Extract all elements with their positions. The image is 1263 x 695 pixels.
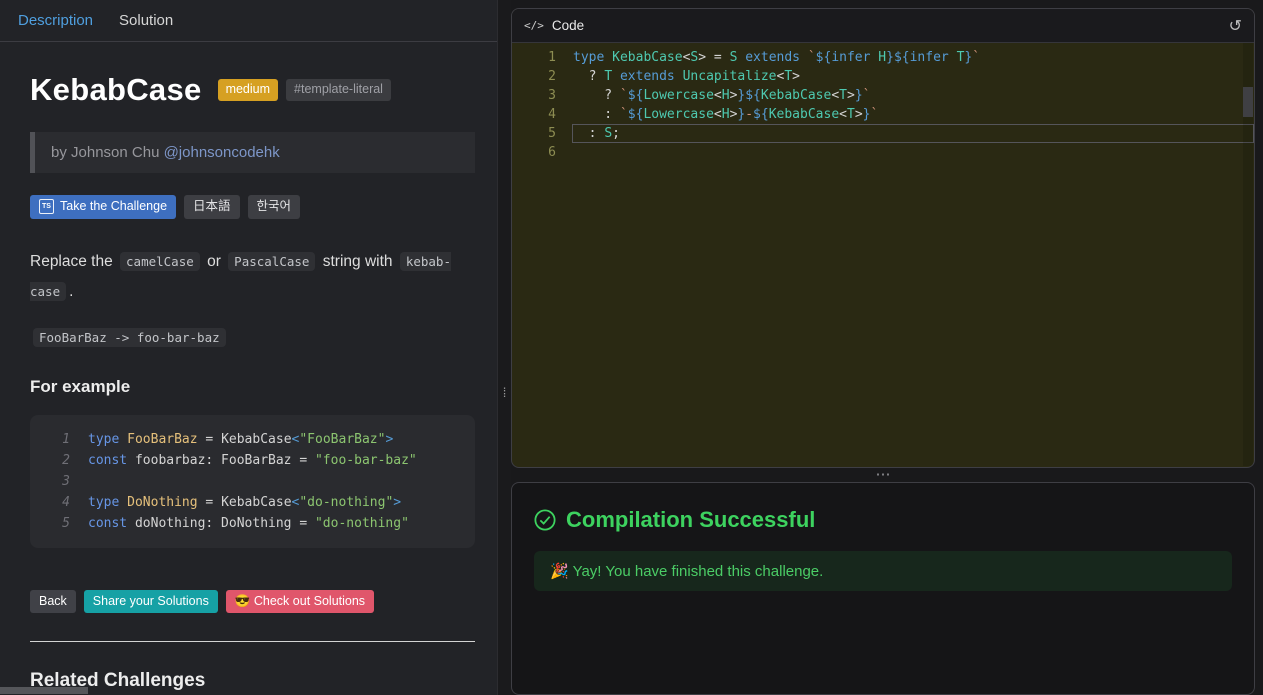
description-panel: Description Solution KebabCase medium #t…	[0, 0, 498, 695]
text-run: string with	[318, 252, 397, 270]
tabbar: Description Solution	[0, 0, 497, 42]
line-number: 4	[62, 494, 70, 510]
take-challenge-label: Take the Challenge	[60, 199, 168, 213]
footer-action-row: Back Share your Solutions 😎 Check out So…	[30, 589, 475, 614]
description-content: KebabCase medium #template-literal by Jo…	[0, 42, 497, 695]
code-panel-header: </> Code ↺	[512, 9, 1254, 43]
example-code-block: 1 type FooBarBaz = KebabCase<"FooBarBaz">…	[30, 414, 475, 548]
line-number: 5	[548, 126, 556, 141]
back-button[interactable]: Back	[30, 589, 76, 614]
inline-code: camelCase	[120, 251, 200, 271]
text-run: .	[69, 282, 74, 300]
code-line[interactable]: 1 type KebabCase<S> = S extends `${infer …	[512, 48, 1254, 67]
line-number: 4	[548, 107, 556, 122]
title-row: KebabCase medium #template-literal	[30, 72, 475, 108]
take-challenge-button[interactable]: TS Take the Challenge	[30, 195, 177, 219]
inline-code: FooBarBaz -> foo-bar-baz	[33, 327, 226, 347]
panel-splitter-vertical[interactable]: ⁞	[498, 0, 511, 695]
code-line: 1 type FooBarBaz = KebabCase<"FooBarBaz">	[30, 429, 459, 450]
output-panel: Compilation Successful 🎉 Yay! You have f…	[511, 482, 1255, 695]
transform-example: FooBarBaz -> foo-bar-baz	[30, 327, 475, 347]
line-number: 1	[62, 431, 70, 447]
code-editor[interactable]: 1 type KebabCase<S> = S extends `${infer …	[512, 43, 1254, 467]
check-circle-icon	[534, 509, 556, 531]
code-line: 5 const doNothing: DoNothing = "do-nothin…	[30, 513, 459, 534]
code-text: : `${Lowercase<H>}-${KebabCase<T>}`	[573, 107, 879, 122]
author-handle-link[interactable]: @johnsoncodehk	[164, 144, 280, 161]
tab-description[interactable]: Description	[18, 12, 93, 29]
line-number: 6	[548, 145, 556, 160]
line-number: 5	[62, 515, 70, 531]
code-text: type DoNothing = KebabCase<"do-nothing">	[88, 494, 402, 510]
difficulty-badge[interactable]: medium	[217, 79, 279, 101]
scrollbar-thumb[interactable]	[1243, 87, 1253, 117]
horizontal-scrollbar[interactable]	[0, 687, 497, 695]
share-solutions-button[interactable]: Share your Solutions	[83, 589, 218, 614]
tab-solution[interactable]: Solution	[119, 12, 173, 29]
lang-japanese-button[interactable]: 日本語	[184, 195, 240, 219]
compilation-status-heading: Compilation Successful	[534, 507, 1232, 533]
text-run: or	[202, 252, 226, 270]
code-line: 2 const foobarbaz: FooBarBaz = "foo-bar-b…	[30, 450, 459, 471]
lang-korean-button[interactable]: 한국어	[247, 195, 301, 219]
code-text: type KebabCase<S> = S extends `${infer H…	[573, 50, 981, 65]
code-text: ? `${Lowercase<H>}${KebabCase<T>}`	[573, 88, 871, 103]
example-heading: For example	[30, 376, 131, 396]
intro-paragraph: Replace the camelCase or PascalCase stri…	[30, 247, 475, 307]
splitter-handle-icon: ⁞	[502, 385, 507, 400]
code-line: 4 type DoNothing = KebabCase<"do-nothing"…	[30, 492, 459, 513]
checkout-solutions-button[interactable]: 😎 Check out Solutions	[225, 589, 375, 614]
author-quote: by Johnson Chu @johnsoncodehk	[30, 132, 475, 173]
text-run: Replace the	[30, 252, 118, 270]
editor-column: </> Code ↺ 1 type KebabCase<S> = S extend…	[511, 0, 1263, 695]
topic-tag-badge[interactable]: #template-literal	[286, 79, 391, 101]
code-line: 3	[30, 471, 459, 492]
panel-splitter-horizontal[interactable]: ⋯	[511, 467, 1255, 482]
line-number: 2	[548, 69, 556, 84]
line-number: 2	[62, 452, 70, 468]
code-icon: </>	[524, 19, 544, 32]
code-text: ? T extends Uncapitalize<T>	[573, 69, 800, 84]
output-title: Compilation Successful	[566, 507, 816, 532]
code-text: const doNothing: DoNothing = "do-nothing…	[88, 515, 409, 531]
scrollbar-thumb[interactable]	[0, 687, 88, 694]
section-divider	[30, 641, 475, 643]
code-panel-title: Code	[551, 18, 585, 33]
code-panel: </> Code ↺ 1 type KebabCase<S> = S extend…	[511, 8, 1255, 468]
inline-code: PascalCase	[228, 251, 316, 271]
code-text: type FooBarBaz = KebabCase<"FooBarBaz">	[88, 431, 394, 447]
line-number: 3	[62, 473, 70, 489]
code-line[interactable]: 4 : `${Lowercase<H>}-${KebabCase<T>}`	[512, 105, 1254, 124]
code-text: : S;	[572, 124, 1254, 143]
success-message: 🎉 Yay! You have finished this challenge.	[534, 551, 1232, 591]
code-line[interactable]: 5 : S;	[512, 124, 1254, 143]
code-text: const foobarbaz: FooBarBaz = "foo-bar-ba…	[88, 452, 417, 468]
line-number: 1	[548, 50, 556, 65]
line-number: 3	[548, 88, 556, 103]
typescript-logo-icon: TS	[39, 199, 54, 215]
editor-scrollbar[interactable]	[1243, 43, 1253, 466]
reset-code-icon[interactable]: ↺	[1229, 16, 1242, 36]
author-name: by Johnson Chu	[51, 144, 164, 161]
challenge-title: KebabCase	[30, 72, 202, 107]
action-row: TS Take the Challenge 日本語 한국어	[30, 195, 475, 219]
code-line[interactable]: 6	[512, 143, 1254, 162]
code-line[interactable]: 2 ? T extends Uncapitalize<T>	[512, 67, 1254, 86]
code-line[interactable]: 3 ? `${Lowercase<H>}${KebabCase<T>}`	[512, 86, 1254, 105]
playground-app: Description Solution KebabCase medium #t…	[0, 0, 1263, 695]
